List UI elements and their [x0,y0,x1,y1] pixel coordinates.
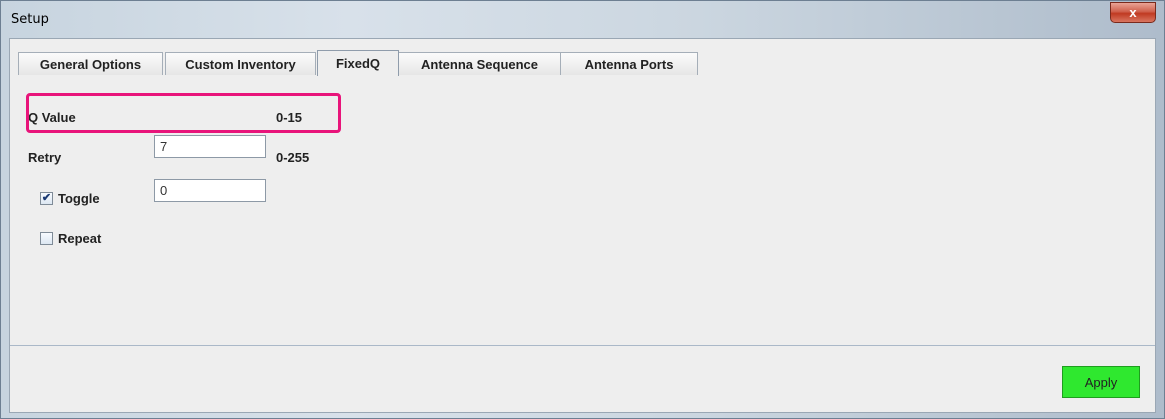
toggle-label: Toggle [58,191,100,206]
tab-general-options[interactable]: General Options [18,52,163,75]
tab-antenna-ports[interactable]: Antenna Ports [560,52,698,75]
close-button[interactable]: x [1110,2,1156,23]
tab-label: Antenna Sequence [420,56,539,72]
repeat-label: Repeat [58,231,102,246]
apply-button[interactable]: Apply [1062,366,1140,398]
toggle-checkbox-row[interactable]: ✔ Toggle [40,191,100,206]
tab-label: Antenna Ports [584,56,674,72]
tab-antenna-sequence[interactable]: Antenna Sequence [398,52,561,75]
tab-label: FixedQ [335,56,381,71]
repeat-checkbox[interactable] [40,232,53,245]
tab-custom-inventory[interactable]: Custom Inventory [165,52,316,75]
toggle-checkbox[interactable]: ✔ [40,192,53,205]
title-bar[interactable]: Setup x [1,1,1164,38]
tab-fixedq[interactable]: FixedQ [317,50,399,76]
tab-strip: General Options Custom Inventory FixedQ … [10,50,1155,76]
tab-label: Custom Inventory [185,56,296,72]
retry-range: 0-255 [276,150,310,165]
window-title: Setup [11,12,49,27]
dialog-content: General Options Custom Inventory FixedQ … [9,38,1156,413]
setup-window: Setup x General Options Custom Inventory… [0,0,1165,419]
retry-input[interactable]: 0 [154,179,266,202]
q-value-highlight [26,93,341,133]
repeat-checkbox-row[interactable]: Repeat [40,231,101,246]
checkmark-icon: ✔ [41,192,52,204]
tab-label: General Options [39,56,142,72]
dialog-footer: Apply [10,346,1155,412]
q-value-input[interactable]: 7 [154,135,266,158]
retry-label: Retry [28,150,62,165]
close-icon: x [1129,5,1137,20]
